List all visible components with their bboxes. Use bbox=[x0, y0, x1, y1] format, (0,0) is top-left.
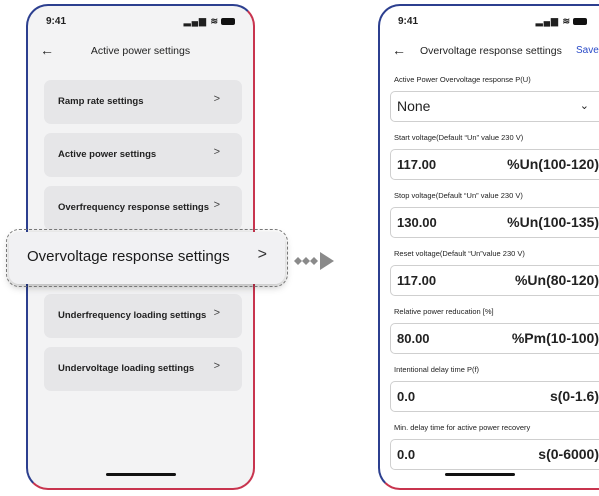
menu-item-overvoltage-highlight[interactable]: Overvoltage response settings > bbox=[6, 229, 288, 287]
mode-select[interactable]: None ⌄ bbox=[390, 91, 599, 122]
field-unit: %Un(100-120) bbox=[507, 156, 599, 172]
battery-icon bbox=[221, 18, 235, 26]
navigation-arrow-icon bbox=[294, 252, 334, 270]
menu-item-label: Undervoltage loading settings bbox=[58, 363, 195, 374]
field-label: Relative power reducation [%] bbox=[394, 307, 494, 316]
battery-icon bbox=[573, 18, 587, 26]
menu-item-underfrequency[interactable]: Underfrequency loading settings > bbox=[44, 294, 242, 338]
menu-item-label: Overvoltage response settings bbox=[27, 248, 230, 265]
stop-voltage-input[interactable]: 130.00 %Un(100-135) bbox=[390, 207, 599, 238]
status-time: 9:41 bbox=[46, 16, 67, 27]
menu-item-label: Active power settings bbox=[58, 149, 157, 160]
chevron-right-icon: > bbox=[213, 93, 220, 105]
field-label: Min. delay time for active power recover… bbox=[394, 423, 531, 432]
menu-item-overfrequency[interactable]: Overfrequency response settings > bbox=[44, 186, 242, 230]
mode-label: Active Power Overvoltage response P(U) bbox=[394, 75, 531, 84]
chevron-right-icon: > bbox=[213, 199, 220, 211]
mode-value: None bbox=[397, 98, 431, 114]
field-unit: s(0-6000) bbox=[538, 446, 599, 462]
field-value: 117.00 bbox=[397, 273, 437, 288]
signal-icon: ▂▄▆ bbox=[183, 16, 207, 26]
wifi-icon: ≋ bbox=[562, 16, 571, 26]
header: ← Overvoltage response settings Save bbox=[380, 42, 599, 60]
field-label: Start voltage(Default “Un” value 230 V) bbox=[394, 133, 524, 142]
chevron-down-icon: ⌄ bbox=[579, 100, 589, 112]
relative-power-input[interactable]: 80.00 %Pm(10-100) bbox=[390, 323, 599, 354]
chevron-right-icon: > bbox=[213, 360, 220, 372]
status-bar: 9:41 ▂▄▆ ≋ bbox=[46, 16, 235, 30]
field-value: 117.00 bbox=[397, 157, 437, 172]
field-label: Intentional delay time P(f) bbox=[394, 365, 480, 374]
field-unit: %Pm(10-100) bbox=[511, 330, 599, 346]
right-phone-frame: 9:41 ▂▄▆ ≋ ← Overvoltage response settin… bbox=[378, 4, 599, 490]
field-value: 0.0 bbox=[397, 447, 416, 462]
chevron-right-icon: > bbox=[257, 246, 267, 263]
field-label: Stop voltage(Default “Un” value 230 V) bbox=[394, 191, 523, 200]
menu-item-label: Ramp rate settings bbox=[58, 96, 144, 107]
field-label: Reset voltage(Default “Un”value 230 V) bbox=[394, 249, 525, 258]
field-unit: %Un(80-120) bbox=[514, 272, 599, 288]
save-button[interactable]: Save bbox=[576, 45, 599, 56]
status-bar: 9:41 ▂▄▆ ≋ bbox=[398, 16, 587, 30]
field-value: 0.0 bbox=[397, 389, 416, 404]
min-delay-input[interactable]: 0.0 s(0-6000) bbox=[390, 439, 599, 470]
field-unit: %Un(100-135) bbox=[507, 214, 599, 230]
reset-voltage-input[interactable]: 117.00 %Un(80-120) bbox=[390, 265, 599, 296]
intentional-delay-input[interactable]: 0.0 s(0-1.6) bbox=[390, 381, 599, 412]
status-icons: ▂▄▆ ≋ bbox=[536, 16, 587, 27]
menu-item-label: Overfrequency response settings bbox=[58, 202, 209, 213]
menu-item-undervoltage[interactable]: Undervoltage loading settings > bbox=[44, 347, 242, 391]
signal-icon: ▂▄▆ bbox=[535, 16, 559, 26]
chevron-right-icon: > bbox=[213, 307, 220, 319]
menu-item-label: Underfrequency loading settings bbox=[58, 310, 207, 321]
chevron-right-icon: > bbox=[213, 146, 220, 158]
home-indicator bbox=[444, 473, 515, 476]
page-title: Overvoltage response settings bbox=[420, 45, 562, 57]
menu-item-ramp-rate[interactable]: Ramp rate settings > bbox=[44, 80, 242, 124]
back-arrow-icon[interactable]: ← bbox=[392, 42, 406, 58]
page-title: Active power settings bbox=[90, 45, 191, 57]
status-time: 9:41 bbox=[398, 16, 419, 27]
menu-item-active-power[interactable]: Active power settings > bbox=[44, 133, 242, 177]
home-indicator bbox=[105, 473, 176, 476]
field-value: 80.00 bbox=[397, 331, 430, 346]
header: ← Active power settings bbox=[28, 42, 253, 60]
field-unit: s(0-1.6) bbox=[549, 388, 599, 404]
wifi-icon: ≋ bbox=[210, 16, 219, 26]
status-icons: ▂▄▆ ≋ bbox=[184, 16, 235, 27]
field-value: 130.00 bbox=[397, 215, 437, 230]
start-voltage-input[interactable]: 117.00 %Un(100-120) bbox=[390, 149, 599, 180]
